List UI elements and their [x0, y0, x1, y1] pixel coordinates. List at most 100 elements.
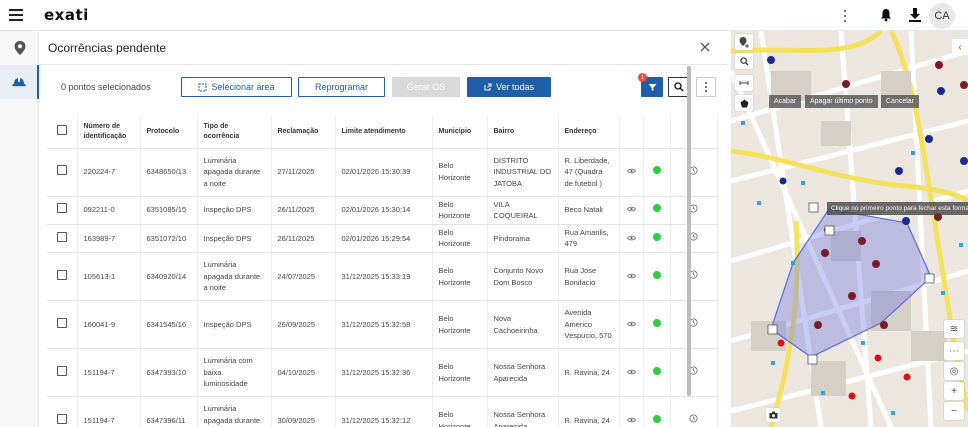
- select-area-button[interactable]: Selecionar área: [181, 77, 292, 97]
- row-checkbox[interactable]: [56, 365, 67, 376]
- close-icon[interactable]: [699, 41, 711, 53]
- col-header[interactable]: Município: [432, 116, 488, 149]
- cell-claim-date: 26/11/2025: [271, 224, 336, 254]
- status-cell: [643, 196, 671, 225]
- table-scrollbar[interactable]: [687, 66, 691, 396]
- cell-deadline: 02/01/2026 15:30:14: [335, 196, 433, 225]
- eye-icon[interactable]: [626, 369, 636, 375]
- cell-id: 105613-1: [77, 252, 141, 301]
- cell-claim-date: 26/09/2025: [271, 300, 336, 349]
- history-cell: [670, 348, 718, 397]
- table-row[interactable]: 163989-7 6351072/10 Inspeção DPS 26/11/2025…: [47, 224, 718, 254]
- occurrences-nav[interactable]: [0, 65, 39, 99]
- cell-claim-date: 26/11/2025: [271, 196, 336, 225]
- col-header[interactable]: Limite atendimento: [335, 116, 433, 149]
- col-header[interactable]: Número de identificação: [77, 116, 141, 149]
- reschedule-button[interactable]: Reprogramar: [298, 77, 385, 97]
- col-header[interactable]: Protocolo: [140, 116, 198, 149]
- cell-protocol: 6348650/13: [140, 148, 198, 197]
- table-row[interactable]: 092211-0 6351085/15 Inspeção DPS 26/11/2025…: [47, 196, 718, 225]
- view-cell: [619, 348, 644, 397]
- cell-neighborhood: Nossa Senhora Aparecida: [487, 396, 559, 427]
- clock-icon[interactable]: [689, 414, 698, 423]
- view-cell: [619, 148, 644, 197]
- table-row[interactable]: 105613-1 6340920/14 Luminária apagada dura…: [47, 252, 718, 301]
- eye-icon[interactable]: [626, 321, 636, 327]
- map-pin-tool[interactable]: [735, 34, 753, 50]
- more-options-icon[interactable]: [840, 8, 850, 24]
- search-icon: [739, 56, 749, 66]
- cell-id: 151194-7: [77, 348, 141, 397]
- table-row[interactable]: 160041-9 6341545/16 Inspeção DPS 26/09/2025…: [47, 300, 718, 349]
- select-all-checkbox[interactable]: [56, 125, 67, 136]
- history-cell: [670, 148, 718, 197]
- col-header-empty: [643, 116, 671, 149]
- cell-protocol: 6341545/16: [140, 300, 198, 349]
- col-header[interactable]: Reclamação: [271, 116, 336, 149]
- history-cell: [670, 196, 718, 225]
- eye-icon[interactable]: [626, 417, 636, 423]
- row-select-cell: [47, 252, 78, 301]
- menu-icon[interactable]: [9, 9, 23, 21]
- eye-icon[interactable]: [626, 273, 636, 279]
- cell-address: R. Liberdade, 47 (Quadra de futebol ): [558, 148, 620, 197]
- row-checkbox[interactable]: [56, 413, 67, 424]
- row-select-cell: [47, 148, 78, 197]
- status-dot: [652, 318, 661, 327]
- map-focus-icon[interactable]: ◎: [944, 362, 964, 380]
- col-header[interactable]: Endereço: [558, 116, 620, 149]
- eye-icon[interactable]: [626, 206, 636, 212]
- map-polygon-tool[interactable]: [735, 95, 753, 111]
- eye-icon[interactable]: [626, 168, 636, 174]
- col-header-empty: [670, 116, 718, 149]
- zoom-out-icon[interactable]: −: [944, 402, 964, 420]
- table-header-row: Número de identificação Protocolo Tipo d…: [47, 116, 718, 149]
- avatar[interactable]: CA: [929, 3, 955, 29]
- cell-id: 092211-0: [77, 196, 141, 225]
- cell-type: Luminária com baixa luminosidade: [197, 348, 272, 397]
- collapse-map-icon[interactable]: ‹: [952, 39, 968, 55]
- download-icon[interactable]: [907, 7, 923, 23]
- view-all-button[interactable]: Ver todas: [467, 77, 551, 97]
- status-cell: [643, 396, 671, 427]
- cell-type: Inspeção DPS: [197, 224, 272, 254]
- layers-icon[interactable]: ≋: [944, 320, 964, 338]
- table-row[interactable]: 151194-7 6347396/11 Luminária apagada dura…: [47, 396, 718, 427]
- row-checkbox[interactable]: [56, 203, 67, 214]
- col-header[interactable]: Bairro: [487, 116, 559, 149]
- row-checkbox[interactable]: [56, 165, 67, 176]
- table-row[interactable]: 220224-7 6348650/13 Luminária apagada dura…: [47, 148, 718, 197]
- more-actions-button[interactable]: [696, 77, 716, 97]
- status-cell: [643, 300, 671, 349]
- row-checkbox[interactable]: [56, 269, 67, 280]
- table-row[interactable]: 151194-7 6347393/10 Luminária com baixa lu…: [47, 348, 718, 397]
- generate-os-button[interactable]: Gerar OS: [392, 77, 460, 97]
- status-dot: [652, 366, 661, 375]
- eye-icon[interactable]: [626, 235, 636, 241]
- map-measure-tool[interactable]: [735, 75, 753, 91]
- cell-deadline: 31/12/2025 15:32:12: [335, 396, 433, 427]
- map-finish-button[interactable]: Acabar: [769, 95, 802, 108]
- map-search-tool[interactable]: [735, 53, 753, 69]
- reschedule-label: Reprogramar: [314, 82, 369, 92]
- cell-id: 220224-7: [77, 148, 141, 197]
- street-view-icon[interactable]: [766, 408, 780, 422]
- cell-id: 151194-7: [77, 396, 141, 427]
- map-view[interactable]: Acabar Apagar último ponto Cancelar Cliq…: [731, 31, 968, 427]
- zoom-in-icon[interactable]: +: [944, 382, 964, 400]
- status-dot: [652, 166, 661, 175]
- map-pin-nav[interactable]: [0, 31, 39, 65]
- row-checkbox[interactable]: [56, 231, 67, 242]
- row-checkbox[interactable]: [56, 317, 67, 328]
- cell-claim-date: 04/10/2025: [271, 348, 336, 397]
- cell-address: Rua Jose Bonifacio: [558, 252, 620, 301]
- cell-protocol: 6351072/10: [140, 224, 198, 254]
- cell-city: Belo Horizonte: [432, 252, 488, 301]
- cell-address: Rua Amarilis, 479: [558, 224, 620, 254]
- bell-icon[interactable]: [879, 8, 893, 22]
- map-more-icon[interactable]: ⋯: [944, 342, 964, 360]
- map-remove-last-point-button[interactable]: Apagar último ponto: [805, 95, 878, 108]
- map-cancel-button[interactable]: Cancelar: [881, 95, 920, 108]
- view-cell: [619, 396, 644, 427]
- col-header[interactable]: Tipo de ocorrência: [197, 116, 272, 149]
